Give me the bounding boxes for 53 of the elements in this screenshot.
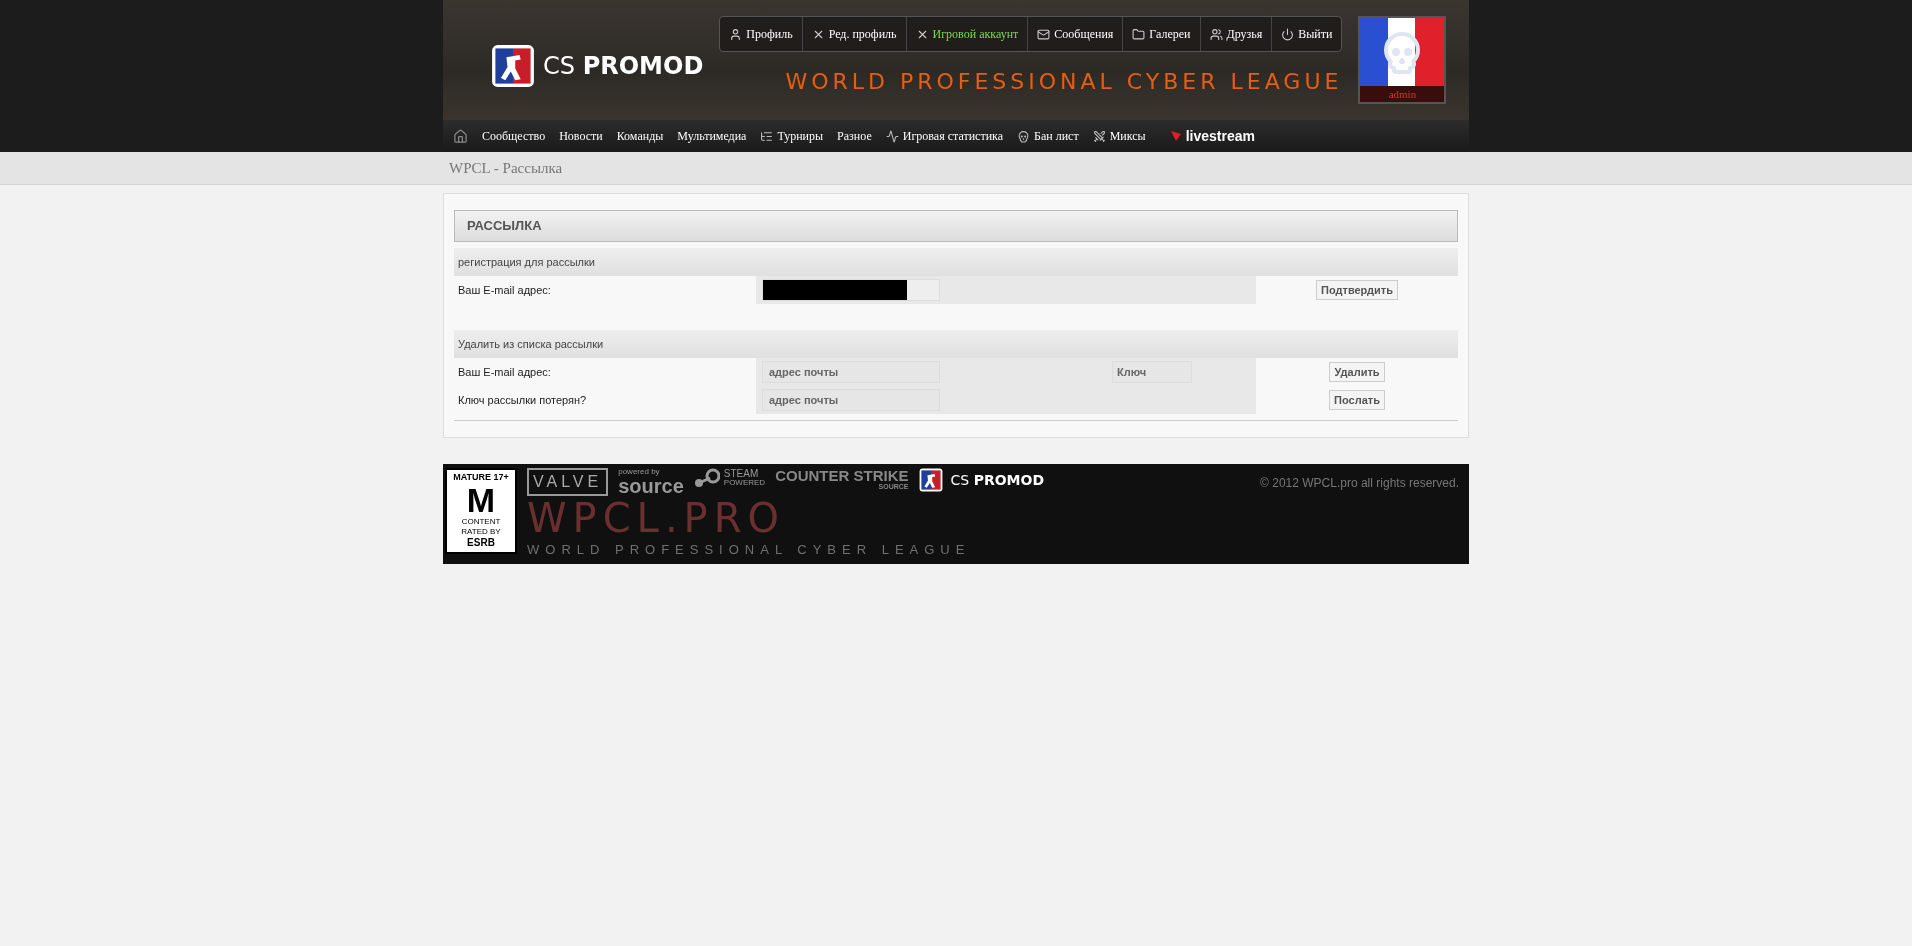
submit-button[interactable]: Удалить <box>1329 362 1385 382</box>
panel-title: РАССЫЛКА <box>454 210 1458 242</box>
menu-icon <box>1209 27 1223 41</box>
nav-link[interactable]: Мультимедиа <box>677 127 747 145</box>
section-title: регистрация для рассылки <box>454 248 1458 276</box>
footer-watermark-tagline: WORLD PROFESSIONAL CYBER LEAGUE <box>527 541 972 559</box>
livestream-link[interactable]: livestream <box>1169 125 1255 147</box>
home-icon[interactable] <box>453 128 468 144</box>
nav-link[interactable]: Турниры <box>760 127 824 145</box>
nav-link[interactable]: Бан лист <box>1017 127 1079 145</box>
field-label: Ваш E-mail адрес: <box>457 364 552 380</box>
submit-button[interactable]: Послать <box>1329 390 1385 410</box>
field-label: Ваш E-mail адрес: <box>457 282 552 298</box>
email-input[interactable]: адрес почты <box>762 389 940 411</box>
menu-icon <box>1132 27 1146 41</box>
menu-icon <box>1281 27 1295 41</box>
logo-text: CS PROMOD <box>950 470 1045 490</box>
user-menu-link[interactable]: Профиль <box>720 17 802 51</box>
breadcrumb: WPCL - Рассылка <box>449 158 563 178</box>
user-menu-link[interactable]: Выйти <box>1271 17 1342 51</box>
nav-link[interactable]: Сообщество <box>482 127 546 145</box>
user-menu-link[interactable]: Галереи <box>1122 17 1200 51</box>
email-input[interactable] <box>762 279 940 301</box>
user-menu-link[interactable]: Игровой аккаунт <box>905 17 1028 51</box>
nav-icon <box>1017 129 1031 143</box>
valve-logo: VALVE <box>527 468 609 496</box>
email-input[interactable]: адрес почты <box>762 361 940 383</box>
field-label: Ключ рассылки потерян? <box>457 392 588 408</box>
esrb-rating: MATURE 17+ M CONTENT RATED BY ESRB <box>445 468 517 554</box>
logo-icon <box>491 44 535 88</box>
steam-logo: STEAM POWERED <box>693 468 766 488</box>
key-input[interactable]: Ключ <box>1112 361 1192 383</box>
footer-watermark-title: WPCL.PRO <box>527 498 786 538</box>
nav-icon <box>1092 129 1106 143</box>
logo-text: CS PROMOD <box>543 51 704 82</box>
nav-link[interactable]: Разное <box>837 127 872 145</box>
nav-link[interactable]: Игровая статистика <box>885 127 1004 145</box>
logo-icon <box>918 468 943 492</box>
copyright: © 2012 WPCL.pro all rights reserved. <box>1260 475 1459 492</box>
nav-icon <box>760 129 774 143</box>
user-menu-link[interactable]: Друзья <box>1199 17 1272 51</box>
nav-link[interactable]: Команды <box>616 127 664 145</box>
nav-icon <box>885 129 899 143</box>
section-title: Удалить из списка рассылки <box>454 330 1458 358</box>
tagline: WORLD PROFESSIONAL CYBER LEAGUE <box>785 68 1343 96</box>
nav-link[interactable]: Миксы <box>1092 127 1146 145</box>
menu-icon <box>729 27 743 41</box>
submit-button[interactable]: Подтвердить <box>1316 280 1398 300</box>
user-menu-link[interactable]: Ред. профиль <box>801 17 906 51</box>
user-menu-link[interactable]: Сообщения <box>1027 17 1123 51</box>
menu-icon <box>1037 27 1051 41</box>
nav-link[interactable]: Новости <box>559 127 603 145</box>
source-logo: powered by source <box>618 468 684 496</box>
